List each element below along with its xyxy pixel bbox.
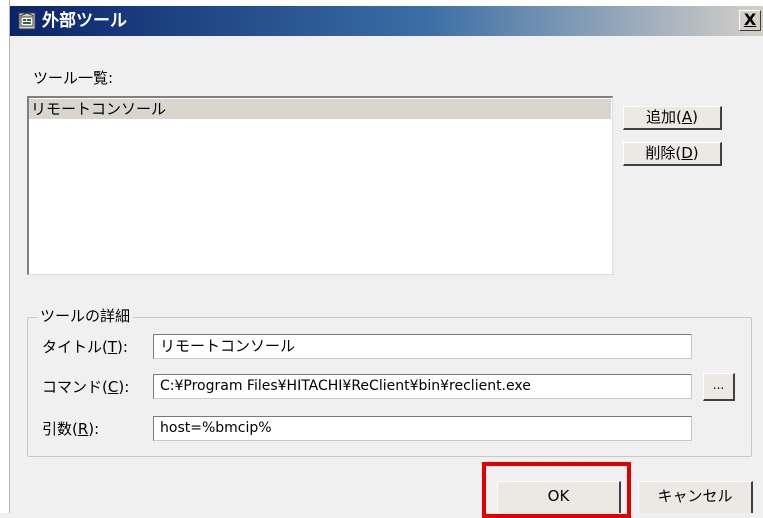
delete-button[interactable]: 削除(D) xyxy=(623,142,722,166)
title-field-label: タイトル(T): xyxy=(42,337,128,357)
delete-button-label: 削除( xyxy=(645,144,682,162)
args-field-label-text: 引数( xyxy=(42,420,78,438)
title-field-accesskey: T xyxy=(107,338,118,356)
command-field-label: コマンド(C): xyxy=(42,377,129,397)
tool-list[interactable]: リモートコンソール xyxy=(27,96,613,275)
args-field-accesskey: R xyxy=(77,420,89,438)
close-icon[interactable]: X xyxy=(739,10,761,31)
details-legend: ツールの詳細 xyxy=(37,306,134,326)
title-field[interactable]: リモートコンソール xyxy=(153,334,692,359)
command-field-label-text: コマンド( xyxy=(42,378,108,396)
cancel-button[interactable]: キャンセル xyxy=(638,481,753,513)
ok-button[interactable]: OK xyxy=(497,481,621,513)
command-field-accesskey: C xyxy=(107,378,119,396)
tool-list-label: ツール一覧: xyxy=(33,69,114,87)
args-field[interactable]: host=%bmcip% xyxy=(153,416,692,441)
delete-button-label-close: ) xyxy=(692,144,699,162)
add-button-accesskey: A xyxy=(681,108,693,126)
app-icon xyxy=(18,12,36,30)
delete-button-accesskey: D xyxy=(681,144,693,162)
args-field-label-close: ): xyxy=(88,420,100,438)
title-bar[interactable]: 外部ツール X xyxy=(10,6,763,36)
title-field-label-close: ): xyxy=(117,338,128,356)
window-title: 外部ツール xyxy=(42,11,127,31)
command-field-label-close: ): xyxy=(118,378,130,396)
add-button[interactable]: 追加(A) xyxy=(623,106,722,130)
browse-button[interactable]: ... xyxy=(703,373,735,401)
add-button-label: 追加( xyxy=(646,108,682,126)
window-frame-left xyxy=(0,0,10,513)
add-button-label-close: ) xyxy=(692,108,698,126)
list-item[interactable]: リモートコンソール xyxy=(29,99,611,119)
command-field[interactable]: C:¥Program Files¥HITACHI¥ReClient¥bin¥re… xyxy=(153,374,692,399)
args-field-label: 引数(R): xyxy=(42,419,99,439)
title-field-label-text: タイトル( xyxy=(42,338,108,356)
